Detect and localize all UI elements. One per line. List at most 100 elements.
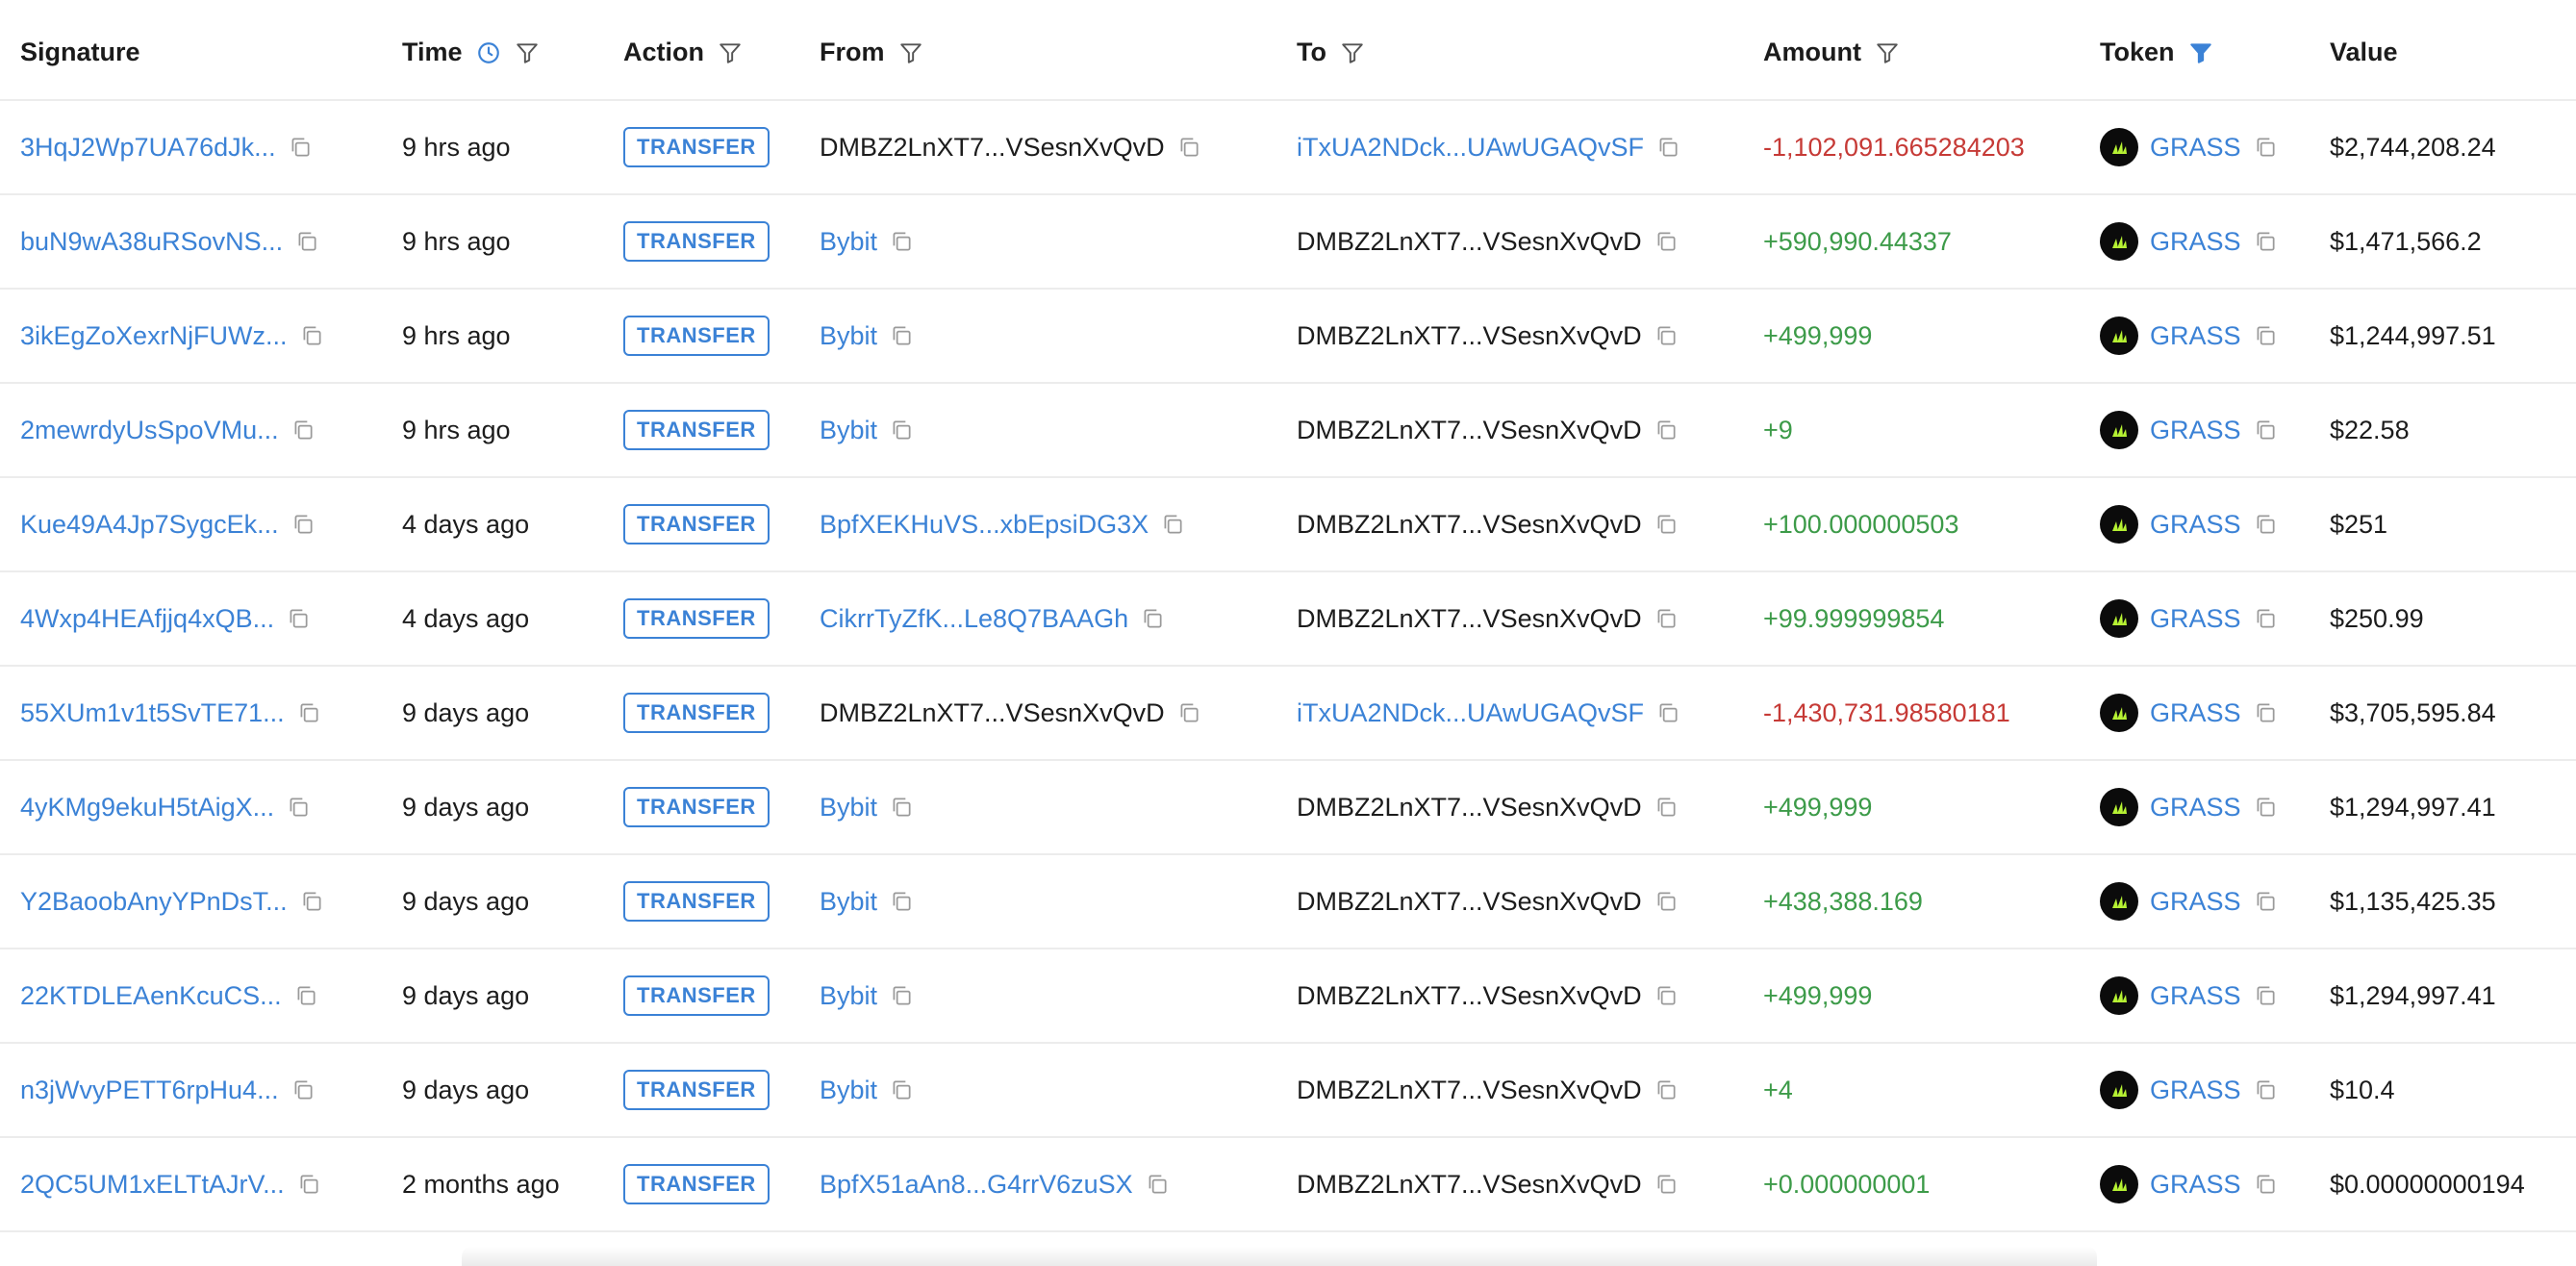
action-badge[interactable]: TRANSFER (623, 881, 770, 922)
copy-icon[interactable] (889, 229, 914, 254)
copy-icon[interactable] (889, 323, 914, 348)
signature-link[interactable]: Kue49A4Jp7SygcEk... (20, 510, 279, 540)
action-badge[interactable]: TRANSFER (623, 598, 770, 639)
copy-icon[interactable] (1654, 889, 1679, 914)
copy-icon[interactable] (2253, 700, 2278, 725)
copy-icon[interactable] (1654, 512, 1679, 537)
token-link[interactable]: GRASS (2150, 698, 2241, 728)
copy-icon[interactable] (296, 1172, 321, 1197)
copy-icon[interactable] (1654, 983, 1679, 1008)
copy-icon[interactable] (2253, 512, 2278, 537)
copy-icon[interactable] (1160, 512, 1185, 537)
signature-link[interactable]: buN9wA38uRSovNS... (20, 227, 283, 257)
copy-icon[interactable] (889, 889, 914, 914)
signature-link[interactable]: Y2BaoobAnyYPnDsT... (20, 887, 288, 917)
from-address[interactable]: Bybit (820, 227, 877, 257)
table-row[interactable]: n3jWvyPETT6rpHu4... 9 days ago TRANSFER Byb… (0, 1044, 2576, 1138)
signature-link[interactable]: 3HqJ2Wp7UA76dJk... (20, 133, 276, 163)
table-row[interactable]: 2mewrdyUsSpoVMu... 9 hrs ago TRANSFER Bybit… (0, 384, 2576, 478)
token-link[interactable]: GRASS (2150, 1076, 2241, 1105)
table-row[interactable]: Kue49A4Jp7SygcEk... 4 days ago TRANSFER Bpf… (0, 478, 2576, 572)
signature-link[interactable]: 4yKMg9ekuH5tAigX... (20, 793, 274, 823)
copy-icon[interactable] (2253, 983, 2278, 1008)
table-row[interactable]: buN9wA38uRSovNS... 9 hrs ago TRANSFER Bybit… (0, 195, 2576, 290)
copy-icon[interactable] (286, 795, 311, 820)
action-badge[interactable]: TRANSFER (623, 221, 770, 262)
copy-icon[interactable] (1145, 1172, 1170, 1197)
copy-icon[interactable] (2253, 1077, 2278, 1102)
table-row[interactable]: 2QC5UM1xELTtAJrV... 2 months ago TRANSFER B… (0, 1138, 2576, 1232)
copy-icon[interactable] (290, 512, 316, 537)
action-badge[interactable]: TRANSFER (623, 504, 770, 544)
table-row[interactable]: 4Wxp4HEAfjjq4xQB... 4 days ago TRANSFER Cik… (0, 572, 2576, 667)
signature-link[interactable]: 4Wxp4HEAfjjq4xQB... (20, 604, 274, 634)
copy-icon[interactable] (1140, 606, 1165, 631)
filter-icon[interactable] (898, 40, 923, 65)
copy-icon[interactable] (1655, 700, 1680, 725)
signature-link[interactable]: 2QC5UM1xELTtAJrV... (20, 1170, 285, 1200)
copy-icon[interactable] (2253, 889, 2278, 914)
copy-icon[interactable] (2253, 1172, 2278, 1197)
copy-icon[interactable] (1654, 418, 1679, 443)
action-badge[interactable]: TRANSFER (623, 1164, 770, 1204)
copy-icon[interactable] (1654, 795, 1679, 820)
from-address[interactable]: Bybit (820, 1076, 877, 1105)
copy-icon[interactable] (1654, 1172, 1679, 1197)
clock-icon[interactable] (476, 40, 501, 65)
copy-icon[interactable] (1176, 135, 1201, 160)
table-row[interactable]: 3HqJ2Wp7UA76dJk... 9 hrs ago TRANSFER DMBZ2… (0, 101, 2576, 195)
token-link[interactable]: GRASS (2150, 416, 2241, 445)
token-link[interactable]: GRASS (2150, 887, 2241, 917)
token-link[interactable]: GRASS (2150, 981, 2241, 1011)
copy-icon[interactable] (299, 889, 324, 914)
table-row[interactable]: 55XUm1v1t5SvTE71... 9 days ago TRANSFER DMB… (0, 667, 2576, 761)
copy-icon[interactable] (1654, 1077, 1679, 1102)
copy-icon[interactable] (889, 418, 914, 443)
copy-icon[interactable] (2253, 135, 2278, 160)
action-badge[interactable]: TRANSFER (623, 127, 770, 167)
copy-icon[interactable] (290, 418, 316, 443)
copy-icon[interactable] (2253, 606, 2278, 631)
action-badge[interactable]: TRANSFER (623, 787, 770, 827)
copy-icon[interactable] (299, 323, 324, 348)
filter-icon[interactable] (1875, 40, 1900, 65)
copy-icon[interactable] (290, 1077, 316, 1102)
table-row[interactable]: 3ikEgZoXexrNjFUWz... 9 hrs ago TRANSFER Byb… (0, 290, 2576, 384)
from-address[interactable]: BpfXEKHuVS...xbEpsiDG3X (820, 510, 1149, 540)
from-address[interactable]: CikrrTyZfK...Le8Q7BAAGh (820, 604, 1128, 634)
from-address[interactable]: Bybit (820, 981, 877, 1011)
signature-link[interactable]: 22KTDLEAenKcuCS... (20, 981, 282, 1011)
token-link[interactable]: GRASS (2150, 510, 2241, 540)
from-address[interactable]: Bybit (820, 321, 877, 351)
copy-icon[interactable] (889, 1077, 914, 1102)
copy-icon[interactable] (1176, 700, 1201, 725)
token-link[interactable]: GRASS (2150, 321, 2241, 351)
copy-icon[interactable] (286, 606, 311, 631)
copy-icon[interactable] (294, 229, 319, 254)
filter-icon[interactable] (1340, 40, 1365, 65)
copy-icon[interactable] (1654, 606, 1679, 631)
to-address[interactable]: iTxUA2NDck...UAwUGAQvSF (1297, 698, 1644, 728)
copy-icon[interactable] (2253, 418, 2278, 443)
copy-icon[interactable] (2253, 229, 2278, 254)
table-row[interactable]: 22KTDLEAenKcuCS... 9 days ago TRANSFER Bybi… (0, 950, 2576, 1044)
copy-icon[interactable] (1655, 135, 1680, 160)
token-link[interactable]: GRASS (2150, 1170, 2241, 1200)
token-link[interactable]: GRASS (2150, 227, 2241, 257)
signature-link[interactable]: 55XUm1v1t5SvTE71... (20, 698, 285, 728)
copy-icon[interactable] (2253, 795, 2278, 820)
token-link[interactable]: GRASS (2150, 133, 2241, 163)
table-row[interactable]: 4yKMg9ekuH5tAigX... 9 days ago TRANSFER Byb… (0, 761, 2576, 855)
action-badge[interactable]: TRANSFER (623, 1070, 770, 1110)
from-address[interactable]: Bybit (820, 793, 877, 823)
copy-icon[interactable] (288, 135, 313, 160)
from-address[interactable]: Bybit (820, 416, 877, 445)
copy-icon[interactable] (296, 700, 321, 725)
copy-icon[interactable] (1654, 323, 1679, 348)
copy-icon[interactable] (293, 983, 318, 1008)
signature-link[interactable]: 3ikEgZoXexrNjFUWz... (20, 321, 288, 351)
copy-icon[interactable] (889, 795, 914, 820)
copy-icon[interactable] (1654, 229, 1679, 254)
copy-icon[interactable] (889, 983, 914, 1008)
table-row[interactable]: Y2BaoobAnyYPnDsT... 9 days ago TRANSFER Byb… (0, 855, 2576, 950)
